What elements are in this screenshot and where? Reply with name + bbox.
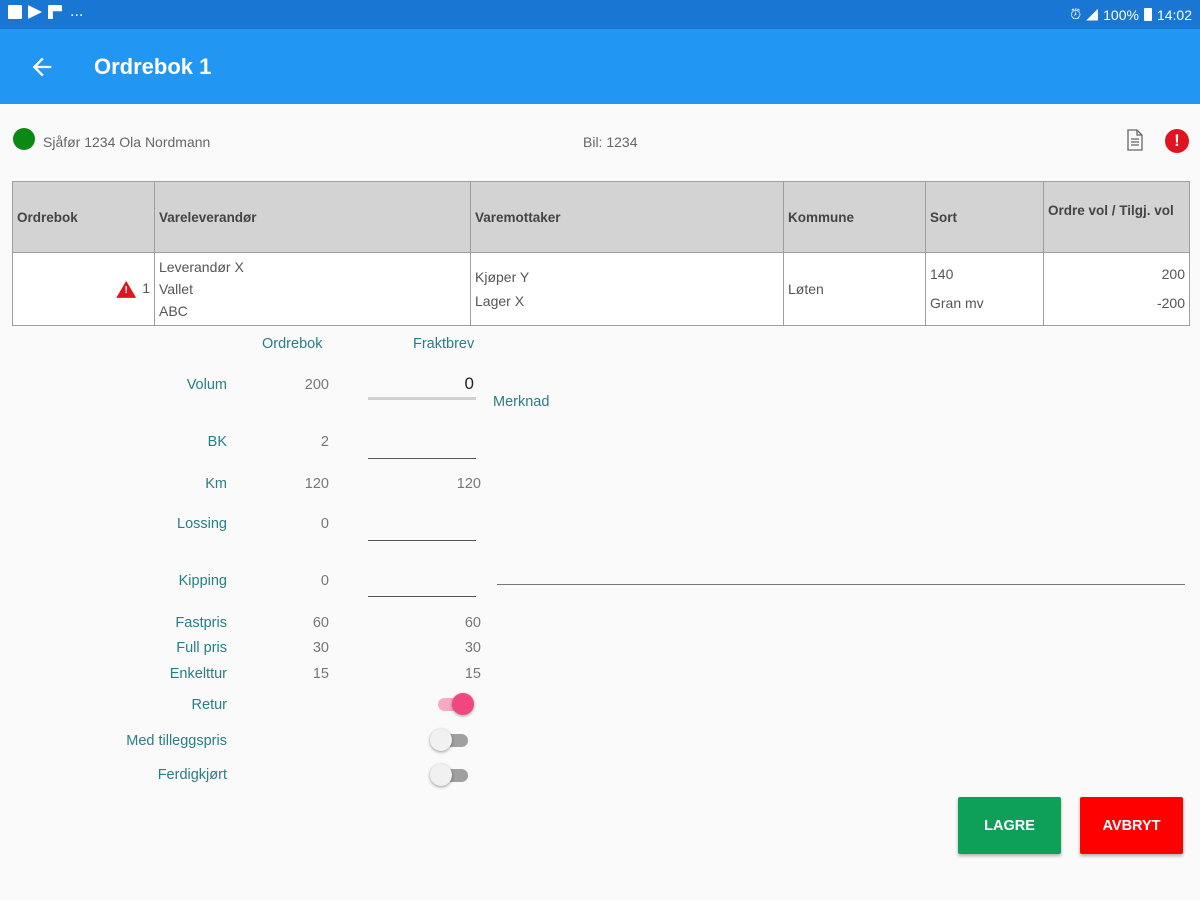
label-volum: Volum — [186, 377, 227, 393]
lossing-input[interactable] — [368, 511, 476, 541]
ordrebok-volum: 200 — [304, 377, 329, 393]
more-notifications: ... — [70, 3, 84, 20]
status-bar: ... ⏰︎ 100% 14:02 — [0, 0, 1200, 29]
label-lossing: Lossing — [177, 516, 227, 532]
label-retur: Retur — [191, 697, 227, 713]
label-kipping: Kipping — [178, 573, 227, 589]
label-ferdigkjort: Ferdigkjørt — [157, 767, 227, 783]
supplier-line: ABC — [159, 303, 188, 319]
clock: 14:02 — [1156, 6, 1192, 23]
back-arrow-icon[interactable] — [28, 53, 56, 81]
volum-input[interactable] — [368, 370, 476, 400]
app-bar: Ordrebok 1 — [0, 29, 1200, 104]
column-header-varemottaker: Varemottaker — [470, 181, 784, 253]
cell-sort: 140 Gran mv — [925, 252, 1044, 326]
label-enkelttur: Enkelttur — [169, 666, 227, 682]
column-header-sort: Sort — [925, 181, 1044, 253]
receiver-line: Lager X — [475, 293, 525, 309]
ordrebok-enkelttur: 15 — [312, 666, 329, 682]
cell-varemottaker: Kjøper Y Lager X — [470, 252, 784, 326]
table-header-row: Ordrebok Vareleverandør Varemottaker Kom… — [12, 181, 1190, 253]
med-tilleggspris-toggle[interactable] — [430, 727, 478, 753]
signal-icon — [1086, 8, 1099, 21]
sort-code: 140 — [930, 266, 954, 282]
warning-mark: ! — [124, 284, 128, 296]
ordrebok-lossing: 0 — [320, 516, 329, 532]
warning-icon: ! — [116, 280, 137, 298]
system-status: ⏰︎ 100% 14:02 — [1070, 6, 1192, 23]
driver-info-row: Sjåfør 1234 Ola Nordmann Bil: 1234 ! — [0, 125, 1200, 161]
bk-input[interactable] — [368, 429, 476, 459]
document-icon[interactable] — [1126, 129, 1144, 151]
merknad-input-underline[interactable] — [497, 584, 1185, 585]
order-volume: 200 — [1161, 266, 1185, 282]
page-title: Ordrebok 1 — [94, 54, 212, 79]
available-volume: -200 — [1156, 295, 1185, 311]
column-header-vareleverandor: Vareleverandør — [154, 181, 471, 253]
image-notification-icon — [8, 5, 22, 19]
fraktbrev-enkelttur: 15 — [464, 666, 481, 682]
column-label-fraktbrev: Fraktbrev — [413, 336, 475, 352]
supplier-line: Leverandør X — [159, 259, 244, 275]
ordrebok-full-pris: 30 — [312, 640, 329, 656]
sort-name: Gran mv — [930, 295, 984, 311]
cell-kommune: Løten — [783, 252, 926, 326]
save-button[interactable]: LAGRE — [958, 797, 1061, 854]
order-table: Ordrebok Vareleverandør Varemottaker Kom… — [12, 181, 1190, 326]
cell-ordrebok: ! 1 — [12, 252, 155, 326]
alarm-icon: ⏰︎ — [1070, 6, 1082, 22]
ordrebok-number: 1 — [142, 280, 150, 297]
battery-level: 100% — [1103, 6, 1139, 23]
vehicle-id: Bil: 1234 — [583, 134, 638, 150]
ordrebok-kipping: 0 — [320, 573, 329, 589]
column-label-ordrebok: Ordrebok — [262, 336, 323, 352]
label-bk: BK — [207, 434, 227, 450]
cell-vareleverandor: Leverandør X Vallet ABC — [154, 252, 471, 326]
ordrebok-km: 120 — [304, 476, 329, 492]
online-status-dot — [13, 128, 35, 150]
ordrebok-bk: 2 — [320, 434, 329, 450]
merknad-label: Merknad — [493, 394, 550, 410]
label-med-tilleggspris: Med tilleggspris — [126, 733, 227, 749]
fraktbrev-fastpris: 60 — [464, 615, 481, 631]
fraktbrev-km: 120 — [456, 476, 481, 492]
column-header-kommune: Kommune — [783, 181, 926, 253]
supplier-line: Vallet — [159, 281, 193, 297]
battery-icon — [1143, 8, 1152, 21]
column-header-ordrebok: Ordrebok — [12, 181, 155, 253]
label-km: Km — [205, 476, 227, 492]
label-full-pris: Full pris — [176, 640, 227, 656]
table-row[interactable]: ! 1 Leverandør X Vallet ABC Kjøper Y Lage… — [12, 252, 1190, 326]
kipping-input[interactable] — [368, 567, 476, 597]
error-alert-icon[interactable]: ! — [1165, 129, 1189, 153]
ordrebok-fastpris: 60 — [312, 615, 329, 631]
ferdigkjort-toggle[interactable] — [430, 762, 478, 788]
cancel-button[interactable]: AVBRYT — [1080, 797, 1183, 854]
label-fastpris: Fastpris — [175, 615, 227, 631]
notification-icons: ... — [8, 3, 84, 20]
retur-toggle[interactable] — [430, 691, 478, 717]
column-header-volume: Ordre vol / Tilgj. vol — [1043, 181, 1190, 253]
driver-name: Sjåfør 1234 Ola Nordmann — [43, 134, 211, 150]
flag-notification-icon — [48, 5, 62, 19]
receiver-line: Kjøper Y — [475, 269, 530, 285]
play-notification-icon — [28, 5, 42, 19]
cell-volume: 200 -200 — [1043, 252, 1190, 326]
fraktbrev-full-pris: 30 — [464, 640, 481, 656]
